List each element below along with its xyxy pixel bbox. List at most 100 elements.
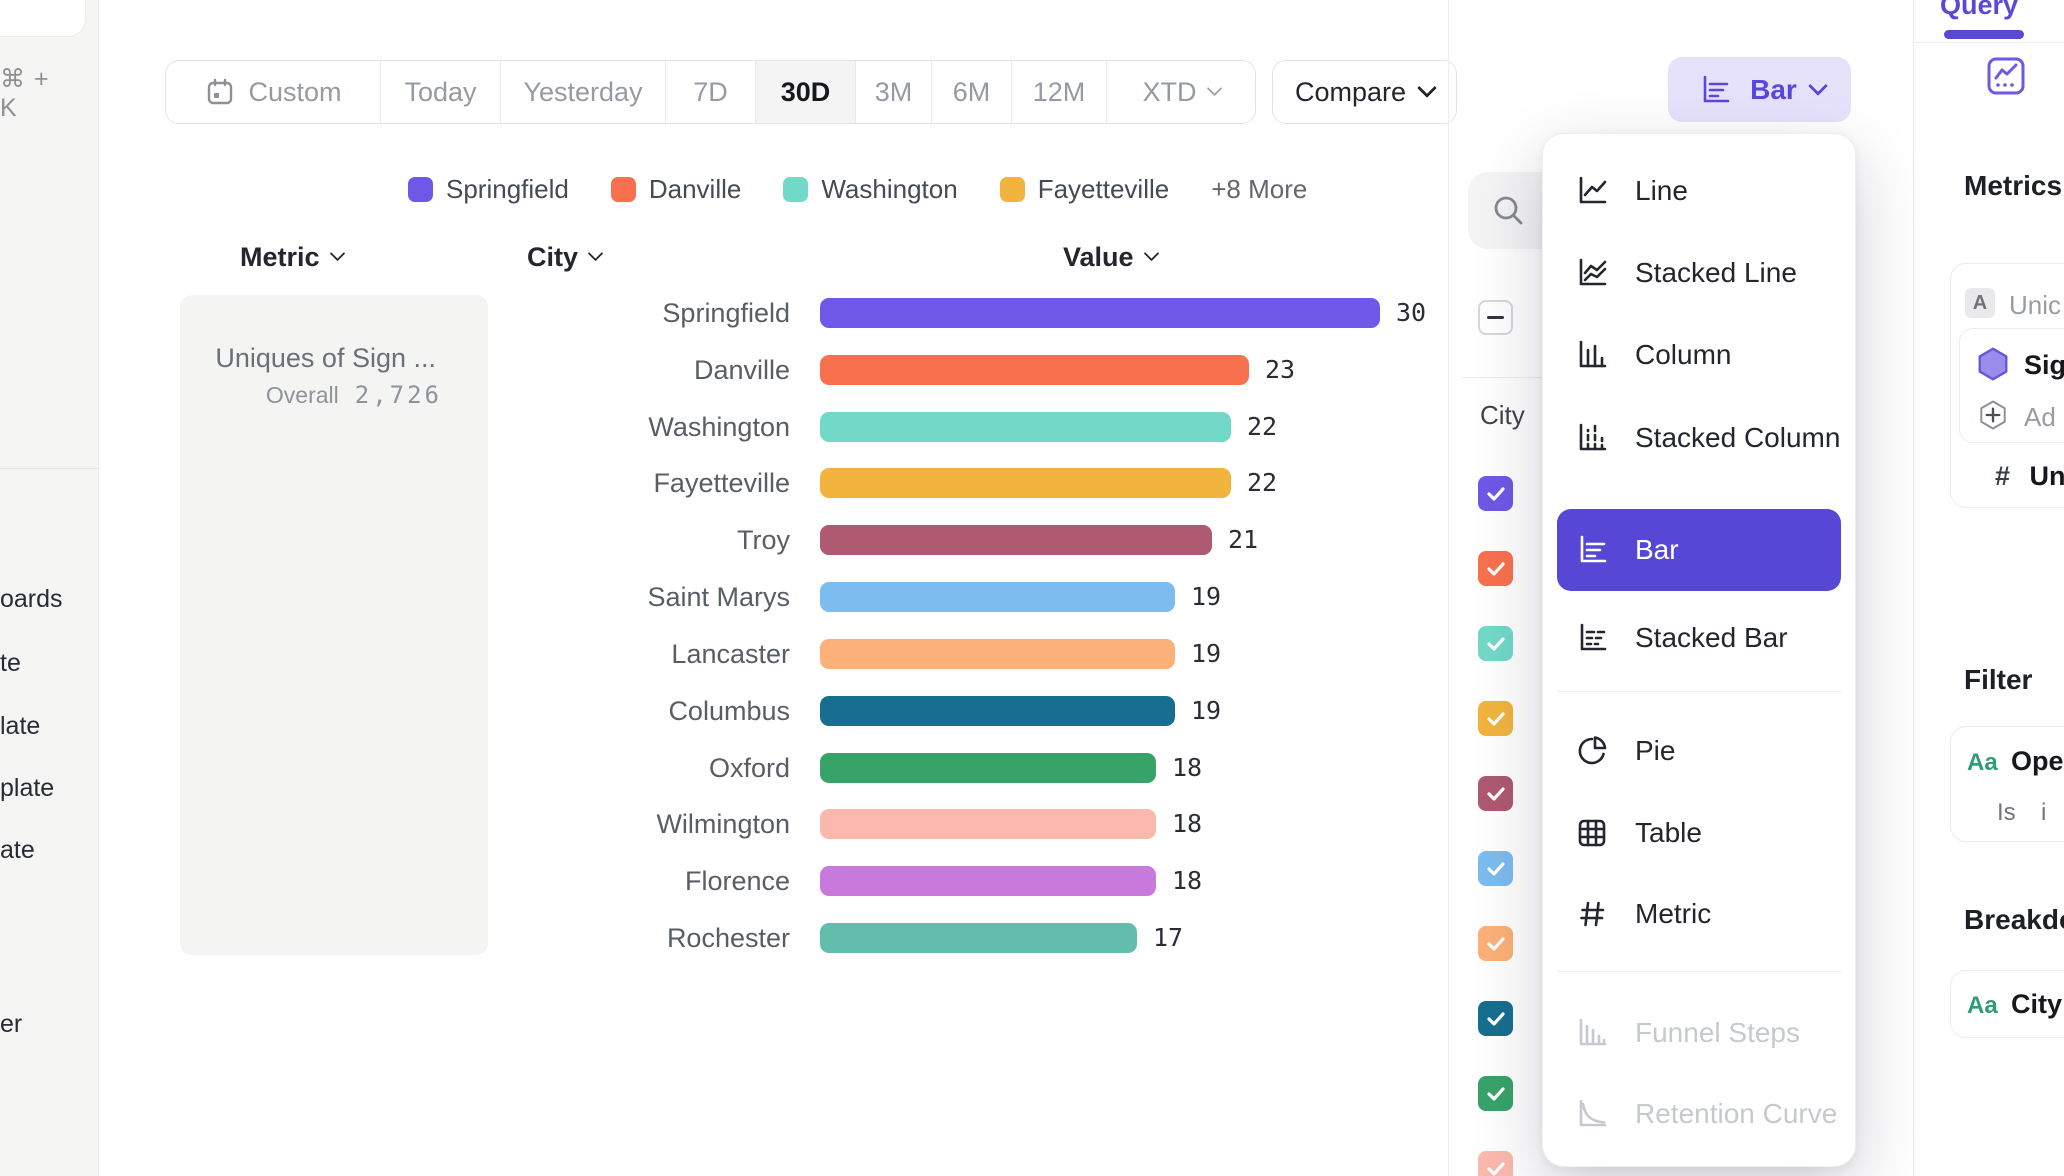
analytics-app: ⌘ + K oardstelateplateateer CustomTodayY… — [0, 0, 2064, 1176]
menu-item-pie[interactable]: Pie — [1557, 723, 1841, 779]
compare-button[interactable]: Compare — [1272, 60, 1457, 124]
filter-operator[interactable]: Is — [1997, 799, 2016, 827]
event-row-card[interactable]: Sig Ad — [1959, 328, 2064, 443]
date-range-yesterday[interactable]: Yesterday — [501, 61, 666, 123]
menu-item-stacked-line[interactable]: Stacked Line — [1557, 245, 1841, 301]
legend-item-washington[interactable]: Washington — [783, 174, 957, 205]
sidebar-item-late[interactable]: late — [0, 712, 40, 741]
check-icon — [1484, 1082, 1508, 1106]
chevron-down-icon — [1206, 80, 1222, 96]
bar-wilmington[interactable] — [820, 809, 1156, 839]
column-header-city[interactable]: City — [527, 242, 601, 273]
menu-item-stacked-bar[interactable]: Stacked Bar — [1557, 610, 1841, 666]
menu-item-column[interactable]: Column — [1557, 327, 1841, 383]
city-checkbox[interactable] — [1478, 1001, 1513, 1036]
legend-more-button[interactable]: +8 More — [1211, 174, 1307, 205]
bar-value-label: 19 — [1191, 639, 1221, 669]
filter-heading: Filter — [1964, 664, 2032, 696]
bar-rochester[interactable] — [820, 923, 1137, 953]
add-step-icon[interactable] — [1975, 397, 2011, 433]
bar-columbus[interactable] — [820, 696, 1175, 726]
metric-card[interactable]: Uniques of Sign ... Overall 2,726 — [180, 295, 488, 955]
menu-item-table[interactable]: Table — [1557, 805, 1841, 861]
legend-item-danville[interactable]: Danville — [611, 174, 742, 205]
city-checkbox[interactable] — [1478, 851, 1513, 886]
menu-item-label: Table — [1635, 817, 1702, 849]
city-checkbox[interactable] — [1478, 476, 1513, 511]
select-all-checkbox[interactable] — [1478, 300, 1513, 335]
filter-value[interactable]: i — [2041, 799, 2046, 827]
bar-value-label: 23 — [1265, 355, 1295, 385]
city-checkbox[interactable] — [1478, 551, 1513, 586]
bar-springfield[interactable] — [820, 298, 1380, 328]
property-type-icon: Aa — [1967, 749, 1998, 777]
bar-saint-marys[interactable] — [820, 582, 1175, 612]
sidebar-item-plate[interactable]: plate — [0, 774, 54, 803]
date-range-6m[interactable]: 6M — [932, 61, 1012, 123]
property-type-icon: Aa — [1967, 992, 1998, 1020]
bar-row-label: Troy — [440, 525, 790, 555]
city-checkbox[interactable] — [1478, 626, 1513, 661]
menu-divider — [1557, 971, 1841, 972]
date-range-xtd[interactable]: XTD — [1107, 61, 1255, 123]
menu-item-label: Line — [1635, 175, 1688, 207]
bar-row-label: Rochester — [440, 923, 790, 953]
legend-item-springfield[interactable]: Springfield — [408, 174, 569, 205]
menu-item-bar[interactable]: Bar — [1557, 509, 1841, 591]
menu-item-label: Stacked Line — [1635, 257, 1797, 289]
filter-property-label: Ope — [2011, 746, 2064, 777]
add-label: Ad — [2024, 402, 2056, 433]
bar-danville[interactable] — [820, 355, 1249, 385]
sidebar-item-oards[interactable]: oards — [0, 585, 63, 614]
chevron-down-icon — [588, 246, 604, 262]
date-range-custom[interactable]: Custom — [166, 61, 381, 123]
column-header-value[interactable]: Value — [1063, 242, 1157, 273]
legend-label: Danville — [649, 174, 742, 205]
sidebar-item-er[interactable]: er — [0, 1010, 22, 1039]
date-range-30d[interactable]: 30D — [756, 61, 856, 123]
overall-value: 2,726 — [355, 381, 442, 409]
stacked-line-chart — [1571, 252, 1613, 294]
menu-item-metric[interactable]: Metric — [1557, 886, 1841, 942]
bar-fayetteville[interactable] — [820, 468, 1231, 498]
bar-florence[interactable] — [820, 866, 1156, 896]
check-icon — [1484, 632, 1508, 656]
breakdown-card[interactable]: Aa City — [1950, 970, 2064, 1038]
sidebar-item-te[interactable]: te — [0, 649, 21, 678]
date-range-12m[interactable]: 12M — [1012, 61, 1107, 123]
filter-card[interactable]: Aa Ope Is i — [1950, 726, 2064, 842]
bar-row-label: Columbus — [440, 696, 790, 726]
bar-troy[interactable] — [820, 525, 1212, 555]
chart-type-label: Bar — [1750, 74, 1797, 106]
city-checkbox[interactable] — [1478, 776, 1513, 811]
city-checkbox[interactable] — [1478, 1151, 1513, 1176]
column-header-metric[interactable]: Metric — [240, 242, 343, 273]
date-range-3m[interactable]: 3M — [856, 61, 932, 123]
menu-item-stacked-column[interactable]: Stacked Column — [1557, 410, 1841, 466]
retention-icon — [1571, 1093, 1613, 1135]
bar-value-label: 17 — [1153, 923, 1183, 953]
bar-value-label: 30 — [1396, 298, 1426, 328]
tab-query[interactable]: Query — [1940, 0, 2018, 21]
menu-item-label: Column — [1635, 339, 1731, 371]
bar-lancaster[interactable] — [820, 639, 1175, 669]
pie-chart — [1571, 730, 1613, 772]
legend-item-fayetteville[interactable]: Fayetteville — [1000, 174, 1170, 205]
city-checkbox[interactable] — [1478, 701, 1513, 736]
metrics-heading: Metrics — [1964, 170, 2062, 202]
chart-type-button[interactable]: Bar — [1668, 57, 1851, 122]
calendar-icon — [204, 76, 236, 108]
bar-oxford[interactable] — [820, 753, 1156, 783]
city-checkbox[interactable] — [1478, 926, 1513, 961]
date-range-7d[interactable]: 7D — [666, 61, 756, 123]
date-range-today[interactable]: Today — [381, 61, 501, 123]
bar-washington[interactable] — [820, 412, 1231, 442]
bar-row-label: Saint Marys — [440, 582, 790, 612]
city-checkbox[interactable] — [1478, 1076, 1513, 1111]
bar-row-label: Washington — [440, 412, 790, 442]
sidebar-item-ate[interactable]: ate — [0, 836, 35, 865]
metric-definition-card[interactable]: A Unic Sig Ad # Uniqu — [1950, 263, 2064, 508]
line-chart-preview-icon[interactable] — [1986, 56, 2026, 96]
menu-item-line[interactable]: Line — [1557, 163, 1841, 219]
event-truncated-label: Unic — [2009, 290, 2061, 321]
